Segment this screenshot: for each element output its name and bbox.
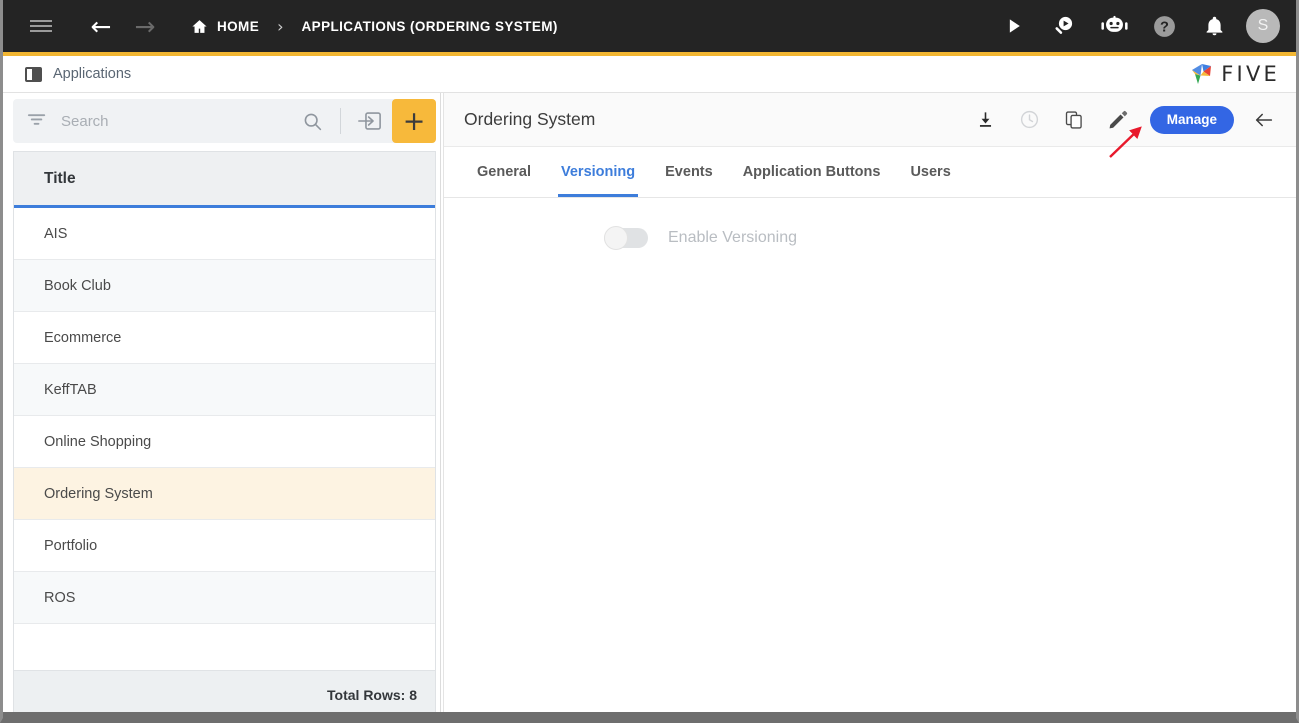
five-logo-text: FIVE [1221, 62, 1280, 86]
breadcrumb-home-label: HOME [217, 19, 259, 34]
play-triangle-icon [1004, 16, 1024, 36]
toggle-knob [604, 226, 628, 250]
total-rows-label: Total Rows: 8 [327, 687, 417, 703]
pencil-icon [1107, 109, 1129, 131]
forward-navigation-icon[interactable]: → [125, 6, 165, 46]
panel-icon [25, 67, 42, 82]
history-clock-icon [1010, 100, 1050, 140]
search-bar: + [13, 99, 436, 143]
table-row[interactable]: ROS [14, 572, 435, 624]
robot-head-icon [1101, 15, 1128, 37]
arrow-left-glyph: ← [91, 14, 112, 39]
table-row-empty [14, 624, 435, 676]
back-navigation-icon[interactable]: ← [81, 6, 121, 46]
applications-table: Title AIS Book Club Ecommerce KeffTAB On… [13, 151, 436, 718]
manage-button[interactable]: Manage [1150, 106, 1234, 134]
arrow-right-glyph: → [135, 14, 156, 39]
table-header-row: Title [14, 152, 435, 208]
home-icon [191, 18, 208, 35]
magnifier-play-icon [1052, 14, 1076, 38]
plus-icon: + [403, 108, 426, 135]
row-title: Ecommerce [44, 330, 121, 346]
versioning-form: Enable Versioning [444, 196, 1296, 718]
notifications-bell-icon[interactable] [1192, 4, 1236, 48]
duplicate-icon [1064, 110, 1084, 130]
enable-versioning-toggle[interactable] [604, 228, 648, 248]
download-icon[interactable] [966, 100, 1006, 140]
import-icon [358, 111, 381, 131]
tab-applications-label: Applications [53, 66, 131, 82]
top-navigation-bar: ← → HOME › APPLICATIONS (ORDERING SYSTEM… [3, 0, 1296, 52]
enable-versioning-label: Enable Versioning [668, 229, 797, 247]
top-bar-actions: ? S [992, 4, 1296, 48]
search-icon [302, 111, 323, 132]
table-row[interactable]: Ecommerce [14, 312, 435, 364]
tab-general[interactable]: General [462, 147, 546, 197]
detail-panel: Ordering System [443, 93, 1296, 718]
detail-header: Ordering System [444, 93, 1296, 147]
avatar-initial: S [1258, 17, 1269, 35]
bell-icon [1204, 16, 1225, 37]
breadcrumb-home[interactable]: HOME [191, 18, 259, 35]
hamburger-menu-icon[interactable] [21, 6, 61, 46]
table-row-selected[interactable]: Ordering System [14, 468, 435, 520]
edit-pencil-icon[interactable] [1098, 100, 1138, 140]
search-button[interactable] [293, 111, 331, 132]
tab-events[interactable]: Events [650, 147, 728, 197]
run-icon[interactable] [992, 4, 1036, 48]
row-title: KeffTAB [44, 382, 97, 398]
tab-application-buttons[interactable]: Application Buttons [728, 147, 896, 197]
filter-lines-icon [27, 111, 48, 127]
table-row[interactable]: KeffTAB [14, 364, 435, 416]
five-pinwheel-icon [1189, 62, 1215, 86]
download-arrow-icon [976, 110, 995, 129]
row-title: Online Shopping [44, 434, 151, 450]
table-row[interactable]: Book Club [14, 260, 435, 312]
breadcrumb: HOME › APPLICATIONS (ORDERING SYSTEM) [191, 17, 558, 36]
horizontal-scrollbar[interactable] [3, 712, 1296, 718]
column-header-title: Title [44, 170, 76, 188]
search-divider [340, 108, 341, 134]
copy-icon[interactable] [1054, 100, 1094, 140]
breadcrumb-current: APPLICATIONS (ORDERING SYSTEM) [302, 19, 558, 34]
import-button[interactable] [350, 111, 388, 131]
user-avatar[interactable]: S [1246, 9, 1280, 43]
detail-title: Ordering System [464, 109, 595, 130]
row-title: AIS [44, 226, 67, 242]
tab-versioning[interactable]: Versioning [546, 147, 650, 197]
left-list-panel: + Title AIS Book Club Ecommerce KeffTAB … [3, 93, 441, 718]
app-window: ← → HOME › APPLICATIONS (ORDERING SYSTEM… [0, 0, 1299, 723]
enable-versioning-field: Enable Versioning [604, 228, 797, 248]
tab-applications[interactable]: Applications [25, 66, 131, 82]
detail-tabs: General Versioning Events Application Bu… [444, 147, 1296, 198]
search-play-icon[interactable] [1042, 4, 1086, 48]
svg-text:?: ? [1160, 19, 1169, 35]
search-input[interactable] [61, 113, 293, 130]
application-tab-strip: Applications FIVE [3, 56, 1296, 93]
add-application-button[interactable]: + [392, 99, 436, 143]
chatbot-icon[interactable] [1092, 4, 1136, 48]
table-row[interactable]: AIS [14, 208, 435, 260]
question-circle-icon: ? [1152, 14, 1177, 39]
table-footer: Total Rows: 8 [14, 670, 435, 718]
help-icon[interactable]: ? [1142, 4, 1186, 48]
detail-header-actions: Manage [966, 100, 1284, 140]
five-logo: FIVE [1189, 62, 1280, 86]
arrow-left-icon [1253, 109, 1275, 131]
row-title: ROS [44, 590, 75, 606]
close-detail-button[interactable] [1244, 100, 1284, 140]
row-title: Ordering System [44, 486, 153, 502]
table-row[interactable]: Online Shopping [14, 416, 435, 468]
tab-users[interactable]: Users [895, 147, 965, 197]
clock-icon [1019, 109, 1040, 130]
table-row[interactable]: Portfolio [14, 520, 435, 572]
row-title: Book Club [44, 278, 111, 294]
filter-icon[interactable] [27, 111, 49, 132]
breadcrumb-separator: › [277, 17, 283, 36]
row-title: Portfolio [44, 538, 97, 554]
